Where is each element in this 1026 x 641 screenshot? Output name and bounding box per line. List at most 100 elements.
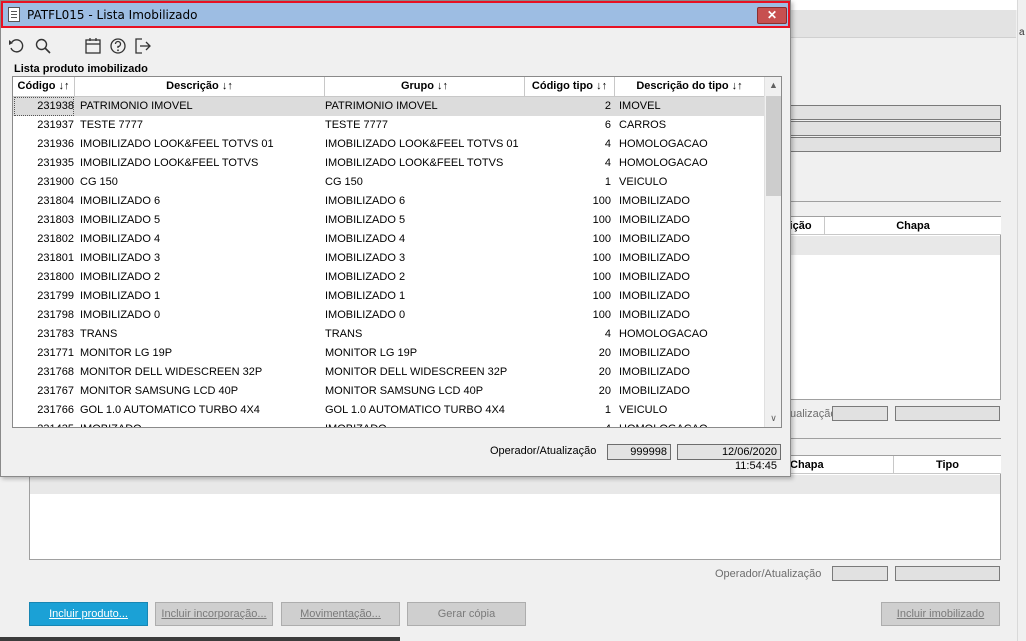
cell-group: IMOBILIZADO LOOK&FEEL TOTVS 01 (325, 138, 519, 150)
cell-code: 231435 (13, 420, 74, 427)
cell-type-description: HOMOLOGACAO (619, 138, 708, 150)
table-row[interactable]: 231766 GOL 1.0 AUTOMATICO TURBO 4X4 GOL 1.… (13, 401, 764, 420)
background-grid-2-header-type[interactable]: Tipo (894, 456, 1001, 474)
cell-type-description: VEICULO (619, 404, 668, 416)
column-header-group[interactable]: Grupo ↓↑ (325, 77, 525, 97)
table-row[interactable]: 231783 TRANS TRANS 4 HOMOLOGACAO (13, 325, 764, 344)
background-updated-field-1[interactable] (895, 406, 1000, 421)
background-operator-label-2: Operador/Atualização (715, 568, 822, 580)
cell-code: 231900 (37, 176, 74, 188)
refresh-icon[interactable] (8, 37, 26, 55)
movement-button[interactable]: Movimentação... (281, 602, 400, 626)
cell-code: 231771 (37, 347, 74, 359)
cell-type-code: 4 (604, 328, 611, 340)
table-row[interactable]: 231802 IMOBILIZADO 4 IMOBILIZADO 4 100 IMOBI… (13, 230, 764, 249)
cell-code: 231800 (37, 271, 74, 283)
cell-group: MONITOR DELL WIDESCREEN 32P (325, 366, 508, 378)
background-grid-2-selected-row[interactable] (30, 475, 1000, 494)
cell-type-description: IMOVEL (619, 100, 661, 112)
table-row[interactable]: 231936 IMOBILIZADO LOOK&FEEL TOTVS 01 IMOB… (13, 135, 764, 154)
cell-group: PATRIMONIO IMOVEL (325, 100, 438, 112)
asset-grid[interactable]: Código ↓↑ Descrição ↓↑ Grupo ↓↑ Código t… (12, 76, 782, 428)
close-button[interactable]: ✕ (757, 7, 787, 24)
background-grid-1-header-plate[interactable]: Chapa (825, 217, 1001, 235)
help-icon[interactable] (109, 37, 127, 55)
document-icon (8, 7, 20, 22)
calendar-icon[interactable] (84, 37, 102, 55)
column-header-type-code[interactable]: Código tipo ↓↑ (525, 77, 615, 97)
cell-description: TRANS (80, 328, 118, 340)
background-scrollbar[interactable] (1017, 0, 1026, 641)
cell-type-description: IMOBILIZADO (619, 290, 690, 302)
table-row[interactable]: 231938 PATRIMONIO IMOVEL PATRIMONIO IMOVEL… (13, 97, 764, 116)
table-row[interactable]: 231900 CG 150 CG 150 1 VEICULO (13, 173, 764, 192)
table-row[interactable]: 231804 IMOBILIZADO 6 IMOBILIZADO 6 100 IMOBI… (13, 192, 764, 211)
cell-code: 231804 (37, 195, 74, 207)
operator-code-field[interactable]: 999998 (607, 444, 671, 460)
cell-code: 231767 (37, 385, 74, 397)
cell-code: 231937 (37, 119, 74, 131)
cell-type-code: 100 (592, 309, 611, 321)
generate-copy-button[interactable]: Gerar cópia (407, 602, 526, 626)
exit-icon[interactable] (134, 37, 152, 55)
include-product-button[interactable]: Incluir produto... (29, 602, 148, 626)
background-toolbar-strip (788, 10, 1016, 38)
cell-description: IMOBILIZADO 2 (80, 271, 161, 283)
cell-type-code: 4 (525, 420, 611, 427)
background-field-2[interactable] (788, 121, 1001, 136)
include-asset-button[interactable]: Incluir imobilizado (881, 602, 1000, 626)
updated-at-field[interactable]: 12/06/2020 11:54:45 (677, 444, 781, 472)
asset-list-dialog: PATFL015 - Lista Imobilizado ✕ Lista pro… (0, 0, 791, 477)
table-row[interactable]: 231799 IMOBILIZADO 1 IMOBILIZADO 1 100 IMOBI… (13, 287, 764, 306)
column-header-description[interactable]: Descrição ↓↑ (75, 77, 325, 97)
cell-type-code: 100 (592, 195, 611, 207)
background-divider-1 (788, 201, 1001, 202)
background-grid-1[interactable]: sição Chapa (770, 216, 1001, 400)
table-row[interactable]: 231800 IMOBILIZADO 2 IMOBILIZADO 2 100 IMOBI… (13, 268, 764, 287)
background-operator-field-1[interactable] (832, 406, 888, 421)
cell-type-description: IMOBILIZADO (619, 385, 690, 397)
scroll-down-arrow-icon[interactable]: ∨ (765, 410, 781, 427)
table-row[interactable]: 231771 MONITOR LG 19P MONITOR LG 19P 20 IMOB… (13, 344, 764, 363)
cell-group: IMOBILIZADO LOOK&FEEL TOTVS (325, 157, 504, 169)
background-grid-1-selected-row[interactable] (771, 236, 1000, 255)
table-row[interactable]: 231935 IMOBILIZADO LOOK&FEEL TOTVS IMOBILI… (13, 154, 764, 173)
table-row[interactable]: 231768 MONITOR DELL WIDESCREEN 32P MONITOR… (13, 363, 764, 382)
cell-type-description: HOMOLOGACAO (619, 420, 759, 427)
column-header-type-description[interactable]: Descrição do tipo ↓↑ (615, 77, 764, 97)
background-field-3[interactable] (788, 137, 1001, 152)
grid-header: Código ↓↑ Descrição ↓↑ Grupo ↓↑ Código t… (13, 77, 764, 97)
include-incorporation-button[interactable]: Incluir incorporação... (155, 602, 273, 626)
cell-group: MONITOR LG 19P (325, 347, 418, 359)
taskbar-edge (0, 637, 400, 641)
cell-description: MONITOR SAMSUNG LCD 40P (80, 385, 239, 397)
background-clipped-text: a (1019, 27, 1025, 38)
cell-group: IMOBILIZADO 6 (325, 195, 406, 207)
cell-type-description: IMOBILIZADO (619, 233, 690, 245)
table-row[interactable]: 231767 MONITOR SAMSUNG LCD 40P MONITOR SAM… (13, 382, 764, 401)
cell-code: 231766 (37, 404, 74, 416)
table-row[interactable]: 231803 IMOBILIZADO 5 IMOBILIZADO 5 100 IMOBI… (13, 211, 764, 230)
cell-type-description: VEICULO (619, 176, 668, 188)
cell-description: IMOBILIZADO 6 (80, 195, 161, 207)
table-row[interactable]: 231937 TESTE 7777 TESTE 7777 6 CARROS (13, 116, 764, 135)
cell-code: 231798 (37, 309, 74, 321)
cell-type-code: 100 (592, 233, 611, 245)
grid-vertical-scrollbar[interactable]: ▲ ∨ (764, 77, 781, 427)
scroll-up-arrow-icon[interactable]: ▲ (765, 77, 781, 94)
cell-group: CG 150 (325, 176, 363, 188)
scrollbar-thumb[interactable] (766, 96, 781, 196)
cell-description: IMOBILIZADO LOOK&FEEL TOTVS (80, 157, 259, 169)
column-header-code[interactable]: Código ↓↑ (13, 77, 75, 97)
dialog-titlebar[interactable]: PATFL015 - Lista Imobilizado ✕ (1, 1, 790, 28)
table-row[interactable]: 231435IMOBIZADOIMOBIZADO4HOMOLOGACAO (13, 420, 764, 427)
cell-description: CG 150 (80, 176, 118, 188)
table-row[interactable]: 231801 IMOBILIZADO 3 IMOBILIZADO 3 100 IMOBI… (13, 249, 764, 268)
table-row[interactable]: 231798 IMOBILIZADO 0 IMOBILIZADO 0 100 IMOBI… (13, 306, 764, 325)
cell-group: IMOBILIZADO 1 (325, 290, 406, 302)
background-operator-field-2[interactable] (832, 566, 888, 581)
background-field-1[interactable] (788, 105, 1001, 120)
cell-group: IMOBILIZADO 0 (325, 309, 406, 321)
background-updated-field-2[interactable] (895, 566, 1000, 581)
search-icon[interactable] (34, 37, 52, 55)
